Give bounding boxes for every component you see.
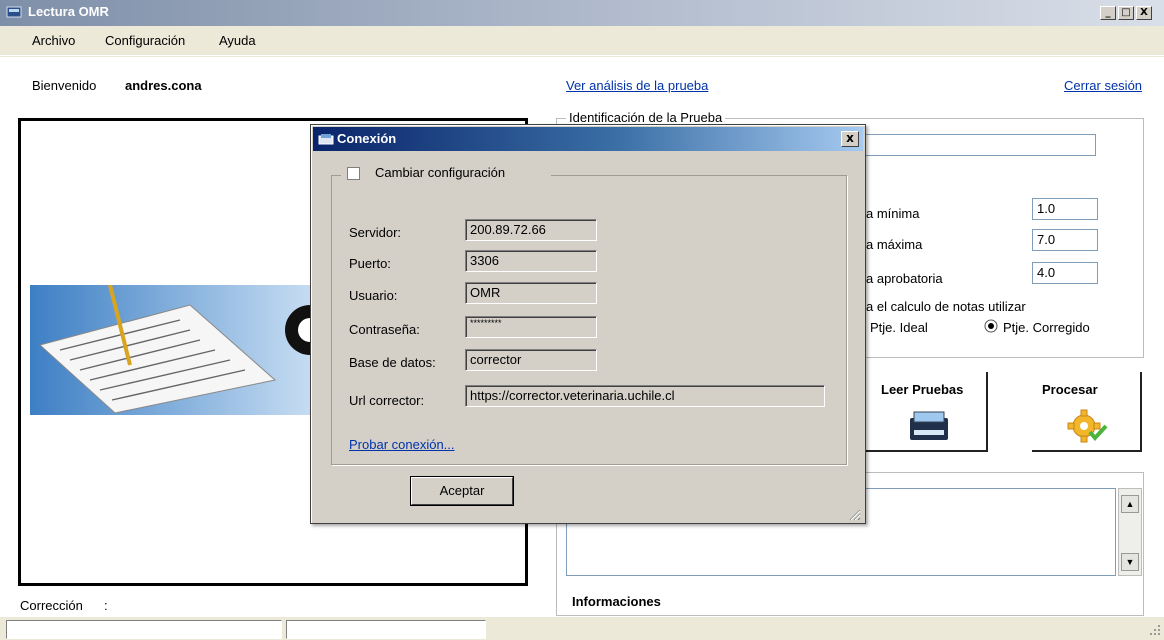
port-field[interactable]: 3306 (465, 250, 597, 272)
server-field[interactable]: 200.89.72.66 (465, 219, 597, 241)
change-config-label[interactable]: Cambiar configuración (375, 165, 505, 180)
info-label: Informaciones (572, 594, 661, 609)
connection-dialog: Conexión x Cambiar configuración Servido… (310, 124, 866, 524)
scroll-down-icon[interactable]: ▼ (1121, 553, 1139, 571)
max-grade-input[interactable]: 7.0 (1032, 229, 1098, 251)
accept-button[interactable]: Aceptar (411, 477, 513, 505)
user-field[interactable]: OMR (465, 282, 597, 304)
server-label: Servidor: (349, 225, 402, 240)
calc-method-label: a el calculo de notas utilizar (866, 299, 1026, 314)
read-tests-button[interactable]: Leer Pruebas (866, 372, 988, 452)
test-name-input[interactable] (840, 134, 1096, 156)
correction-label: Corrección (20, 598, 83, 613)
change-config-checkbox[interactable] (347, 167, 360, 180)
process-label: Procesar (1042, 382, 1098, 397)
database-label: Base de datos: (349, 355, 436, 370)
dialog-title: Conexión (337, 131, 397, 146)
dialog-close-button[interactable]: x (841, 131, 859, 147)
maximize-button[interactable]: □ (1118, 6, 1134, 20)
info-scrollbar[interactable]: ▲ ▼ (1118, 488, 1142, 576)
scanner-icon (6, 6, 22, 18)
test-identification-legend: Identificación de la Prueba (566, 110, 726, 125)
database-field[interactable]: corrector (465, 349, 597, 371)
status-bar (0, 617, 1164, 640)
gear-check-icon (1067, 409, 1108, 443)
url-field[interactable]: https://corrector.veterinaria.uchile.cl (465, 385, 825, 407)
pass-grade-input[interactable]: 4.0 (1032, 262, 1098, 284)
username: andres.cona (125, 78, 202, 93)
resize-grip-icon[interactable] (1148, 623, 1162, 637)
config-legend: Cambiar configuración (341, 165, 551, 183)
window-title: Lectura OMR (28, 4, 109, 19)
scroll-up-icon[interactable]: ▲ (1121, 495, 1139, 513)
min-grade-input[interactable]: 1.0 (1032, 198, 1098, 220)
password-field[interactable]: ********* (465, 316, 597, 338)
logout-link[interactable]: Cerrar sesión (1064, 78, 1142, 93)
scanner-icon (318, 134, 334, 145)
radio-corregido-label[interactable]: Ptje. Corregido (1003, 320, 1090, 335)
port-label: Puerto: (349, 256, 391, 271)
minimize-button[interactable]: _ (1100, 6, 1116, 20)
menu-ayuda[interactable]: Ayuda (219, 33, 256, 48)
scanner-icon (910, 411, 948, 440)
dialog-title-bar: Conexión x (313, 127, 863, 151)
password-label: Contraseña: (349, 322, 420, 337)
url-label: Url corrector: (349, 393, 425, 408)
max-grade-label: a máxima (866, 237, 923, 252)
menu-configuracion[interactable]: Configuración (105, 33, 185, 48)
status-cell-1 (6, 620, 282, 639)
test-connection-link[interactable]: Probar conexión... (349, 437, 455, 452)
menu-archivo[interactable]: Archivo (32, 33, 75, 48)
min-grade-label: a mínima (866, 206, 920, 221)
analysis-link[interactable]: Ver análisis de la prueba (566, 78, 708, 93)
resize-grip-icon[interactable] (847, 507, 861, 521)
window-title-bar: Lectura OMR _ □ X (0, 0, 1164, 26)
process-button[interactable]: Procesar (1032, 372, 1142, 452)
answer-sheet-illustration (30, 285, 330, 415)
radio-ideal-label[interactable]: Ptje. Ideal (870, 320, 928, 335)
menu-bar: Archivo Configuración Ayuda (0, 26, 1164, 56)
pass-grade-label: a aprobatoria (866, 271, 943, 286)
correction-value: : (104, 598, 108, 613)
close-button[interactable]: X (1136, 6, 1152, 20)
radio-corregido-icon[interactable] (984, 319, 998, 333)
read-tests-label: Leer Pruebas (881, 382, 964, 397)
status-cell-2 (286, 620, 486, 639)
user-label: Usuario: (349, 288, 398, 303)
welcome-label: Bienvenido (32, 78, 97, 93)
